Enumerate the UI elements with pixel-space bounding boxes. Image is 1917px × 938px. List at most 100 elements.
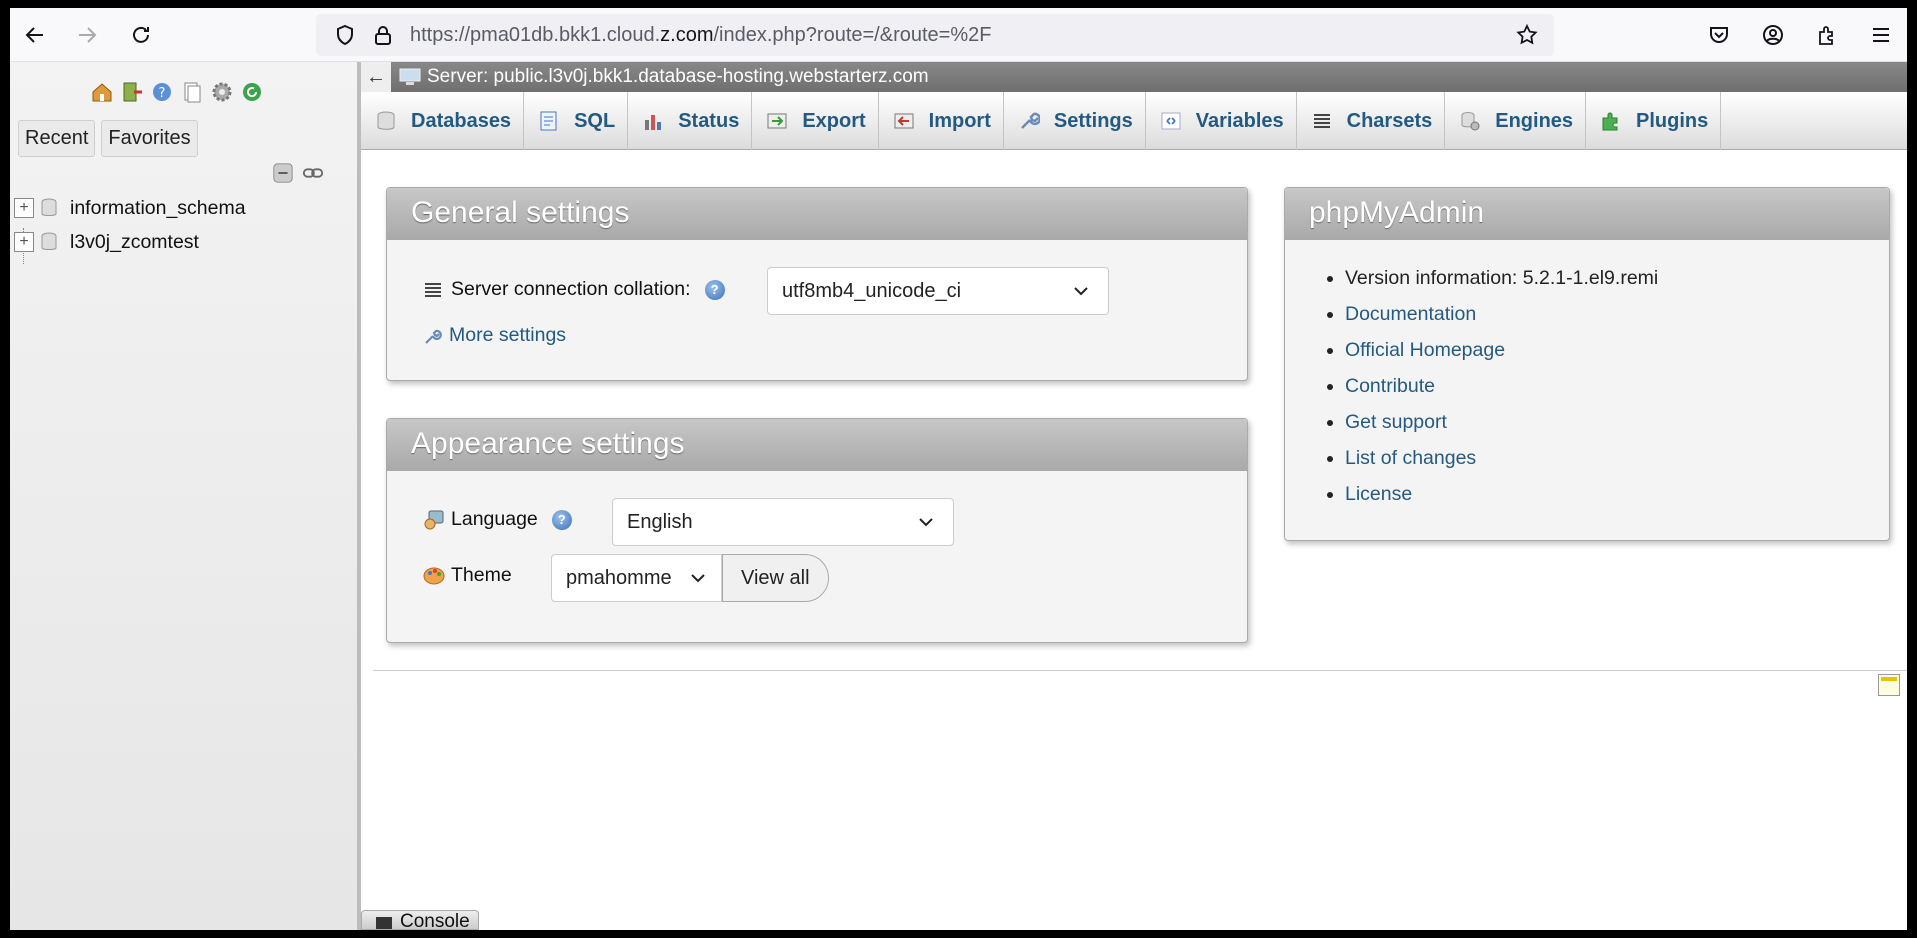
nav-icon-bar: ? bbox=[90, 80, 264, 106]
account-icon[interactable] bbox=[1756, 18, 1790, 52]
docs-icon[interactable] bbox=[180, 80, 204, 104]
tab-charsets[interactable]: Charsets bbox=[1297, 92, 1446, 150]
get-support-link[interactable]: Get support bbox=[1345, 411, 1447, 433]
more-settings-link[interactable]: More settings bbox=[449, 324, 566, 347]
tab-variables[interactable]: Variables bbox=[1146, 92, 1297, 150]
nav-tabs: Recent Favorites bbox=[18, 120, 198, 157]
navigation-panel: ? Recent Favorites + information_schema … bbox=[10, 62, 361, 930]
version-info: Version information: 5.2.1-1.el9.remi bbox=[1345, 260, 1658, 296]
theme-row: Theme bbox=[423, 564, 512, 587]
help-icon[interactable]: ? bbox=[551, 509, 572, 530]
import-icon bbox=[894, 113, 914, 129]
url-bar[interactable]: https://pma01db.bkk1.cloud.z.com/index.p… bbox=[316, 14, 1554, 56]
info-list: Version information: 5.2.1-1.el9.remi Do… bbox=[1325, 260, 1658, 512]
chevron-down-icon bbox=[691, 574, 705, 583]
tab-sql[interactable]: SQL bbox=[524, 92, 629, 150]
help-icon[interactable]: ? bbox=[704, 279, 725, 300]
favorites-tab[interactable]: Favorites bbox=[101, 120, 198, 157]
wrench-icon bbox=[425, 329, 442, 344]
list-item: List of changes bbox=[1345, 440, 1658, 476]
list-item: Documentation bbox=[1345, 296, 1658, 332]
forward-icon[interactable] bbox=[70, 18, 104, 52]
database-icon bbox=[377, 111, 395, 130]
theme-select[interactable]: pmahomme bbox=[551, 554, 722, 602]
db-tree-item[interactable]: + information_schema bbox=[14, 194, 246, 222]
language-row: Language ? bbox=[423, 508, 572, 531]
phpmyadmin-info-panel: phpMyAdmin Version information: 5.2.1-1.… bbox=[1284, 187, 1890, 541]
reload-icon[interactable] bbox=[124, 18, 158, 52]
browser-toolbar: https://pma01db.bkk1.cloud.z.com/index.p… bbox=[10, 8, 1907, 62]
chevron-down-icon bbox=[919, 518, 933, 527]
list-of-changes-link[interactable]: List of changes bbox=[1345, 447, 1476, 469]
gear-icon[interactable] bbox=[210, 80, 234, 104]
page-settings-icon[interactable] bbox=[1878, 674, 1900, 696]
home-icon[interactable] bbox=[90, 80, 114, 104]
tab-plugins[interactable]: Plugins bbox=[1586, 92, 1722, 150]
database-icon bbox=[41, 232, 57, 250]
language-label: Language bbox=[451, 508, 538, 530]
list-item: Official Homepage bbox=[1345, 332, 1658, 368]
appearance-settings-title: Appearance settings bbox=[387, 419, 1247, 471]
general-settings-title: General settings bbox=[387, 188, 1247, 240]
official-homepage-link[interactable]: Official Homepage bbox=[1345, 339, 1505, 361]
back-icon[interactable] bbox=[18, 18, 52, 52]
link-icon[interactable] bbox=[302, 162, 324, 184]
db-name[interactable]: information_schema bbox=[70, 197, 246, 220]
collapse-nav-icon[interactable]: ← bbox=[361, 62, 391, 92]
server-title[interactable]: Server: public.l3v0j.bkk1.database-hosti… bbox=[427, 66, 929, 88]
variables-icon bbox=[1161, 112, 1181, 130]
export-icon bbox=[767, 113, 787, 129]
collation-icon bbox=[425, 282, 441, 297]
puzzle-icon bbox=[1602, 112, 1618, 131]
tab-settings[interactable]: Settings bbox=[1004, 92, 1146, 150]
tab-import[interactable]: Import bbox=[879, 92, 1004, 150]
db-tree-item[interactable]: + l3v0j_zcomtest bbox=[14, 228, 199, 256]
server-icon bbox=[399, 68, 421, 85]
recent-tab[interactable]: Recent bbox=[18, 120, 96, 157]
theme-label: Theme bbox=[451, 564, 512, 586]
url-text: https://pma01db.bkk1.cloud.z.com/index.p… bbox=[410, 24, 992, 46]
tree-tools bbox=[272, 162, 324, 184]
logout-icon[interactable] bbox=[120, 80, 144, 104]
menu-icon[interactable] bbox=[1864, 18, 1898, 52]
help-icon[interactable]: ? bbox=[150, 80, 174, 104]
pocket-icon[interactable] bbox=[1702, 18, 1736, 52]
db-name[interactable]: l3v0j_zcomtest bbox=[70, 231, 199, 254]
collation-row: Server connection collation: ? bbox=[423, 278, 725, 301]
view-all-button[interactable]: View all bbox=[722, 554, 829, 602]
collation-label: Server connection collation: bbox=[451, 278, 691, 300]
console-icon bbox=[376, 917, 392, 929]
contribute-link[interactable]: Contribute bbox=[1345, 375, 1435, 397]
more-settings-row[interactable]: More settings bbox=[423, 324, 566, 347]
license-link[interactable]: License bbox=[1345, 483, 1412, 505]
top-menu: Databases SQL Status Export Import Setti… bbox=[361, 92, 1907, 150]
reload-nav-icon[interactable] bbox=[240, 80, 264, 104]
shield-icon[interactable] bbox=[328, 18, 362, 52]
tab-export[interactable]: Export bbox=[752, 92, 879, 150]
collapse-all-icon[interactable] bbox=[272, 162, 294, 184]
bookmark-star-icon[interactable] bbox=[1510, 18, 1544, 52]
palette-icon bbox=[423, 567, 445, 584]
database-icon bbox=[41, 198, 57, 216]
extensions-icon[interactable] bbox=[1810, 18, 1844, 52]
engines-icon bbox=[1461, 112, 1480, 131]
list-item: Contribute bbox=[1345, 368, 1658, 404]
lock-icon[interactable] bbox=[366, 18, 400, 52]
collation-select[interactable]: utf8mb4_unicode_ci bbox=[767, 267, 1109, 315]
language-select[interactable]: English bbox=[612, 498, 954, 546]
expand-icon[interactable]: + bbox=[14, 232, 34, 252]
list-item: Get support bbox=[1345, 404, 1658, 440]
divider bbox=[373, 670, 1907, 671]
tab-databases[interactable]: Databases bbox=[361, 92, 525, 150]
chevron-down-icon bbox=[1074, 287, 1088, 296]
charsets-icon bbox=[1313, 114, 1330, 128]
tab-status[interactable]: Status bbox=[628, 92, 753, 150]
sql-icon bbox=[540, 111, 557, 131]
documentation-link[interactable]: Documentation bbox=[1345, 303, 1476, 325]
console-tab[interactable]: Console bbox=[361, 910, 479, 930]
language-icon bbox=[424, 510, 444, 529]
server-breadcrumb-bar: ← Server: public.l3v0j.bkk1.database-hos… bbox=[361, 62, 1907, 92]
expand-icon[interactable]: + bbox=[14, 198, 34, 218]
tab-engines[interactable]: Engines bbox=[1445, 92, 1587, 150]
list-item: License bbox=[1345, 476, 1658, 512]
